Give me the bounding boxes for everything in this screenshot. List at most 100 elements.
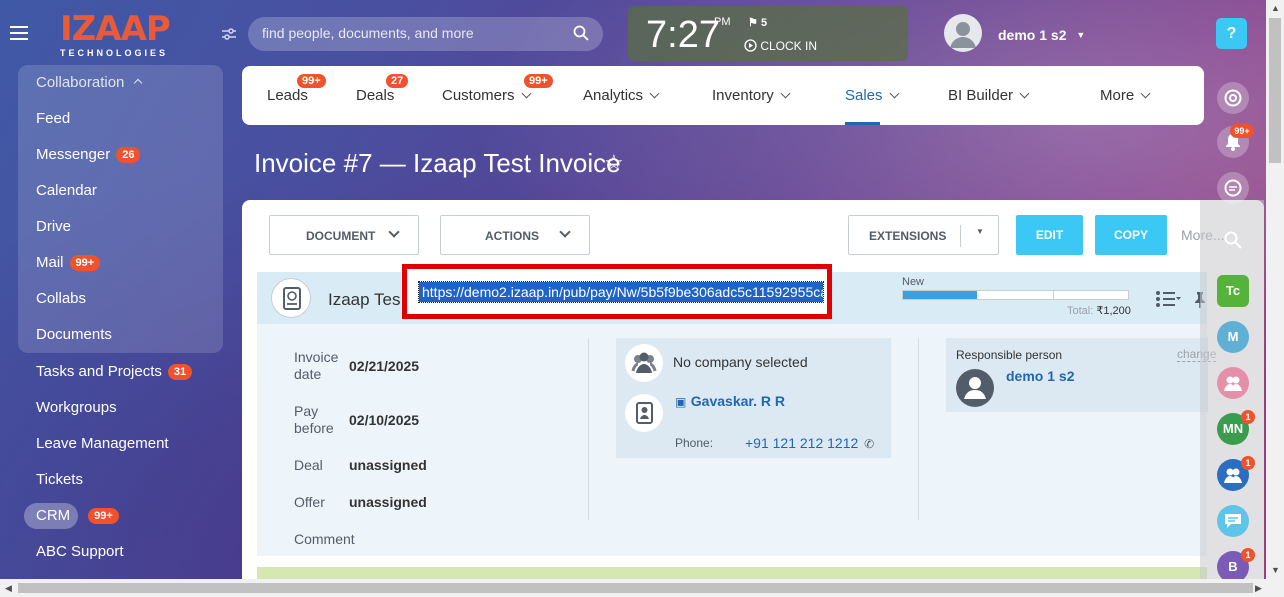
user-avatar[interactable] [944, 14, 982, 52]
messenger-badge: 26 [116, 147, 141, 163]
vertical-scrollbar[interactable]: ▲ ▼ [1266, 0, 1284, 597]
phone-call-icon[interactable]: ✆ [864, 437, 874, 451]
sidebar-item-messenger[interactable]: Messenger 26 [36, 146, 141, 163]
chevron-down-icon [559, 226, 571, 238]
contact-avatar-tc[interactable]: Tc [1217, 275, 1249, 307]
button-label: DOCUMENT [306, 229, 376, 243]
responsible-label: Responsible person [956, 348, 1063, 362]
global-search[interactable] [248, 17, 603, 51]
stage-progress-bar[interactable] [902, 290, 1129, 300]
tab-customers[interactable]: Customers [442, 87, 531, 104]
responsible-person-section: Responsible person change demo 1 s2 [946, 338, 1217, 412]
chevron-down-icon [649, 88, 660, 99]
caret-down-icon[interactable]: ▼ [976, 227, 984, 236]
pay-before-value: 02/10/2025 [349, 412, 420, 428]
invoice-total: Total: ₹1,200 [1067, 304, 1131, 317]
tab-sales[interactable]: Sales [845, 87, 899, 104]
company-name: No company selected [673, 354, 808, 370]
favorite-star-icon[interactable]: ☆ [604, 150, 624, 176]
sidebar-item-label: Leave Management [36, 435, 169, 452]
notifications-badge: 99+ [1230, 124, 1254, 138]
phone-label: Phone: [675, 436, 714, 450]
activity-icon[interactable] [1217, 82, 1249, 114]
logo-text: IZAAP [60, 9, 171, 49]
stage-progress-fill [903, 291, 978, 299]
flag-count: ⚑ 5 [748, 16, 767, 29]
contact-link[interactable]: ▣ Gavaskar. R R [675, 393, 785, 411]
tab-inventory[interactable]: Inventory [712, 87, 791, 104]
sidebar-item-tickets[interactable]: Tickets [36, 471, 83, 488]
horizontal-scrollbar[interactable]: ◀ ▶ [0, 579, 1266, 597]
search-input[interactable] [262, 25, 562, 41]
horizontal-scroll-thumb[interactable] [18, 583, 1253, 593]
sidebar-item-label: Documents [36, 326, 112, 343]
copy-button[interactable]: COPY [1095, 215, 1167, 255]
responsible-name[interactable]: demo 1 s2 [1006, 368, 1074, 384]
chevron-down-icon [1140, 88, 1151, 99]
tasks-badge: 31 [167, 364, 193, 380]
chat-search-icon[interactable] [1217, 172, 1249, 204]
leads-badge: 99+ [297, 74, 326, 88]
sidebar-item-abc-support[interactable]: ABC Support [36, 543, 124, 560]
work-clock-widget[interactable]: 7:27 PM ⚑ 5 CLOCK IN [628, 6, 908, 61]
tab-more[interactable]: More [1100, 87, 1151, 104]
scroll-down-arrow-icon[interactable]: ▼ [1271, 565, 1280, 575]
menu-icon[interactable] [10, 26, 28, 40]
stage-divider [1053, 291, 1054, 299]
rail-search-icon[interactable] [1217, 224, 1249, 256]
actions-dropdown-button[interactable]: ACTIONS [440, 215, 590, 255]
sidebar-item-label: Mail [36, 254, 64, 271]
invoice-details-panel: Invoice date 02/21/2025 Pay before 02/10… [257, 324, 1217, 556]
customers-badge: 99+ [524, 74, 553, 88]
scroll-left-arrow-icon[interactable]: ◀ [5, 583, 12, 594]
contact-avatar-m[interactable]: M [1217, 321, 1249, 353]
tab-analytics[interactable]: Analytics [583, 87, 660, 104]
filter-settings-icon[interactable] [222, 27, 236, 43]
responsible-avatar[interactable] [956, 369, 994, 407]
tab-label: Leads [267, 87, 308, 104]
document-dropdown-button[interactable]: DOCUMENT [269, 215, 419, 255]
comment-label: Comment [294, 531, 355, 547]
search-icon[interactable] [573, 25, 589, 41]
sidebar-item-drive[interactable]: Drive [36, 218, 71, 235]
contact-name: Gavaskar. R R [690, 393, 785, 409]
offer-value: unassigned [349, 494, 427, 510]
sidebar-item-documents[interactable]: Documents [36, 326, 112, 343]
logo-subtext: TECHNOLOGIES [60, 48, 169, 58]
sidebar-item-tasks-and-projects[interactable]: Tasks and Projects 31 [36, 363, 193, 380]
avatar-badge: 1 [1241, 410, 1255, 424]
chat-bubble-avatar[interactable] [1217, 505, 1249, 537]
company-logo[interactable]: IZAAP TECHNOLOGIES [60, 9, 171, 58]
avatar-badge: 1 [1241, 456, 1255, 470]
tab-bi-builder[interactable]: BI Builder [948, 87, 1030, 104]
vertical-scroll-thumb[interactable] [1269, 18, 1281, 163]
phone-number[interactable]: +91 121 212 1212 ✆ [745, 435, 874, 451]
sidebar-item-collabs[interactable]: Collabs [36, 290, 86, 307]
sidebar-item-mail[interactable]: Mail 99+ [36, 254, 101, 271]
deals-badge: 27 [386, 74, 409, 88]
crm-badge: 99+ [88, 508, 119, 524]
scroll-right-arrow-icon[interactable]: ▶ [1255, 583, 1262, 594]
tab-leads[interactable]: Leads [267, 87, 308, 104]
sidebar-item-workgroups[interactable]: Workgroups [36, 399, 117, 416]
phone-value: +91 121 212 1212 [745, 435, 859, 451]
sidebar-group-collaboration[interactable]: Collaboration [36, 74, 142, 91]
edit-button[interactable]: EDIT [1016, 215, 1083, 255]
payment-link-input[interactable]: https://demo2.izaap.in/pub/pay/Nw/5b5f9b… [418, 281, 824, 303]
column-divider [588, 338, 589, 520]
clock-in-button[interactable]: CLOCK IN [744, 39, 817, 53]
tab-label: More [1100, 87, 1135, 104]
scroll-up-arrow-icon[interactable]: ▲ [1271, 3, 1280, 13]
help-button[interactable]: ? [1216, 18, 1247, 49]
group-chat-avatar[interactable] [1217, 367, 1249, 399]
sidebar-item-label: Tickets [36, 471, 83, 488]
sidebar-item-leave-management[interactable]: Leave Management [36, 435, 169, 452]
sidebar-item-label: Drive [36, 218, 72, 235]
list-view-icon[interactable] [1155, 290, 1181, 308]
extensions-button[interactable]: EXTENSIONS ▼ [848, 215, 999, 255]
tab-deals[interactable]: Deals [356, 87, 394, 104]
sidebar-item-calendar[interactable]: Calendar [36, 182, 97, 199]
sidebar-item-crm[interactable]: CRM 99+ [36, 507, 119, 524]
user-name[interactable]: demo 1 s2 ▼ [998, 27, 1085, 43]
sidebar-item-feed[interactable]: Feed [36, 110, 70, 127]
